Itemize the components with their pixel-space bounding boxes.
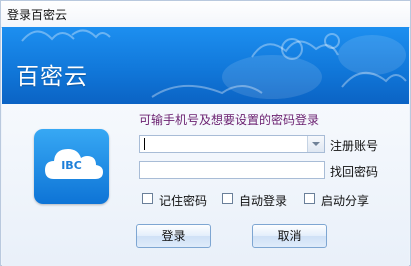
- header-banner: 百密云: [2, 27, 409, 104]
- register-account-link[interactable]: 注册账号: [330, 137, 378, 154]
- auto-login-checkbox[interactable]: [222, 193, 233, 204]
- auto-login-label[interactable]: 自动登录: [239, 192, 287, 209]
- auto-share-checkbox[interactable]: [304, 193, 315, 204]
- password-input[interactable]: [140, 162, 324, 178]
- logo-text: IBC: [61, 159, 82, 172]
- auto-share-label[interactable]: 启动分享: [321, 192, 369, 209]
- login-button[interactable]: 登录: [136, 224, 211, 248]
- title-bar[interactable]: 登录百密云: [1, 1, 410, 28]
- account-combobox[interactable]: [139, 135, 325, 153]
- remember-password-label[interactable]: 记住密码: [159, 192, 207, 209]
- account-input[interactable]: [140, 136, 324, 152]
- recover-password-link[interactable]: 找回密码: [330, 163, 378, 180]
- password-field[interactable]: [139, 161, 325, 179]
- cancel-button[interactable]: 取消: [252, 224, 327, 248]
- remember-password-checkbox[interactable]: [142, 193, 153, 204]
- login-window: 登录百密云 百密云 IBC 可输手机号及想要设置的密码登录 注册账号 找回密码 …: [0, 0, 411, 266]
- text-cursor: [144, 138, 145, 150]
- chevron-down-icon: [312, 142, 320, 146]
- account-dropdown-button[interactable]: [307, 136, 324, 152]
- window-title: 登录百密云: [7, 8, 68, 22]
- banner-app-name: 百密云: [16, 64, 88, 90]
- app-logo: IBC: [34, 129, 109, 204]
- login-hint: 可输手机号及想要设置的密码登录: [139, 113, 320, 127]
- login-form-area: IBC 可输手机号及想要设置的密码登录 注册账号 找回密码 记住密码 自动登录 …: [2, 104, 409, 266]
